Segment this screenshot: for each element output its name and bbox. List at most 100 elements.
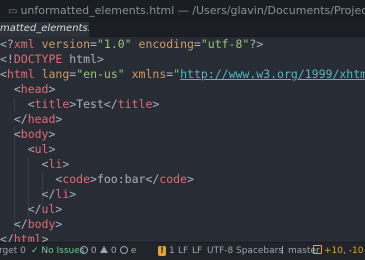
- code-tag-name: xml: [13, 37, 42, 51]
- code-punctuation: >: [69, 187, 77, 201]
- code-text: foo:bar: [96, 172, 146, 186]
- code-punctuation: </: [0, 202, 42, 216]
- alert-icon: !: [158, 246, 167, 256]
- code-punctuation: =: [193, 37, 201, 51]
- code-punctuation: </: [0, 112, 28, 126]
- info-icon: [120, 246, 128, 254]
- branch-icon: [282, 246, 288, 254]
- code-string: "utf-8": [200, 37, 250, 51]
- code-tag-name: title: [117, 97, 153, 111]
- code-line[interactable]: <code>foo:bar</code>: [0, 172, 194, 187]
- code-punctuation: [125, 67, 132, 81]
- code-punctuation: >: [186, 172, 194, 186]
- code-line[interactable]: <html lang="en-us" xmlns="http://www.w3.…: [0, 67, 365, 82]
- code-line[interactable]: <title>Test</title>: [0, 97, 160, 112]
- document-icon: ▭: [8, 6, 18, 17]
- tab-unformatted-elements[interactable]: matted_elements.html: [0, 22, 90, 37]
- code-tag-name: body: [27, 217, 56, 231]
- code-punctuation: >: [48, 142, 56, 156]
- code-punctuation: =: [90, 37, 97, 51]
- code-punctuation: <: [0, 67, 7, 81]
- code-tag-name: head: [27, 112, 56, 126]
- code-punctuation: html>: [62, 52, 104, 66]
- grammar-selector[interactable]: Spacebars: [236, 243, 283, 260]
- code-punctuation: ?>: [249, 37, 264, 51]
- code-attribute: version: [41, 37, 91, 51]
- code-url: http://www.w3.org/1999/xhtml: [180, 67, 365, 81]
- code-attribute: lang: [41, 67, 70, 81]
- code-text: Test: [76, 97, 104, 111]
- window-title-bar: ▭ unformatted_elements.html — /Users/glav…: [0, 0, 365, 22]
- status-bar: rget 0 ✓ No Issues 0 0 e ! 1 LF LF UTF-8…: [0, 242, 365, 260]
- code-line[interactable]: <!DOCTYPE html>: [0, 52, 104, 67]
- code-punctuation: >: [55, 202, 63, 216]
- linter-status[interactable]: ✓ No Issues: [31, 243, 84, 260]
- code-tag-name: html: [6, 67, 35, 81]
- code-punctuation: </: [0, 187, 56, 201]
- code-tag-name: title: [34, 97, 70, 111]
- code-punctuation: >: [55, 217, 63, 231]
- code-editor[interactable]: <?xml version="1.0" encoding="utf-8"?> <!…: [0, 37, 365, 242]
- code-line[interactable]: </head>: [0, 112, 63, 127]
- code-tag-name: body: [20, 127, 49, 141]
- diff-icon: [313, 245, 322, 254]
- code-punctuation: <: [0, 142, 35, 156]
- code-punctuation: [132, 37, 139, 51]
- code-line[interactable]: <li>: [0, 157, 70, 172]
- code-tag-name: ul: [41, 202, 56, 216]
- code-tag-name: ul: [34, 142, 49, 156]
- tab-bar: matted_elements.html: [0, 22, 365, 37]
- code-tag-name: code: [62, 172, 91, 186]
- code-punctuation: <: [0, 157, 49, 171]
- code-punctuation: >: [90, 172, 97, 186]
- check-icon: ✓: [31, 246, 39, 256]
- code-line[interactable]: </body>: [0, 217, 63, 232]
- code-punctuation: >: [48, 82, 56, 96]
- window-title: unformatted_elements.html — /Users/glavi…: [20, 4, 365, 17]
- info-indicator[interactable]: e: [120, 243, 136, 260]
- code-tag-name: li: [48, 157, 63, 171]
- code-string: "en-us": [76, 67, 125, 81]
- status-left-fragment[interactable]: rget 0: [0, 243, 26, 260]
- code-attribute: encoding: [138, 37, 194, 51]
- code-line[interactable]: <body>: [0, 127, 56, 142]
- file-encoding[interactable]: UTF-8: [207, 243, 233, 260]
- code-punctuation: <: [0, 127, 21, 141]
- git-diff-stats[interactable]: +10, -10: [313, 243, 363, 260]
- code-punctuation: >: [48, 127, 56, 141]
- alert-count[interactable]: ! 1: [158, 243, 175, 260]
- code-line[interactable]: </ul>: [0, 202, 63, 217]
- code-line[interactable]: <?xml version="1.0" encoding="utf-8"?>: [0, 37, 263, 52]
- code-tag-name: html: [13, 232, 42, 242]
- code-line[interactable]: </html>: [0, 232, 49, 242]
- line-ending-1[interactable]: LF: [178, 243, 188, 260]
- code-punctuation: <?: [0, 37, 14, 51]
- code-punctuation: <: [0, 82, 21, 96]
- code-punctuation: </: [103, 97, 118, 111]
- code-punctuation: <: [0, 97, 35, 111]
- code-punctuation: </: [0, 232, 14, 242]
- code-attribute: xmlns: [131, 67, 167, 81]
- code-punctuation: [35, 67, 42, 81]
- warning-count[interactable]: 0: [100, 243, 117, 260]
- code-punctuation: </: [145, 172, 160, 186]
- code-tag-name: li: [55, 187, 70, 201]
- code-punctuation: </: [0, 217, 28, 231]
- code-tag-name: code: [159, 172, 187, 186]
- code-tag-name: DOCTYPE: [13, 52, 63, 66]
- code-tag-name: head: [20, 82, 49, 96]
- code-punctuation: >: [152, 97, 160, 111]
- line-ending-2[interactable]: LF: [192, 243, 202, 260]
- code-punctuation: >: [55, 112, 63, 126]
- error-icon: [80, 246, 88, 254]
- code-punctuation: >: [62, 157, 70, 171]
- code-punctuation: <: [0, 172, 63, 186]
- code-line[interactable]: </li>: [0, 187, 77, 202]
- code-string: "1.0": [96, 37, 132, 51]
- code-line[interactable]: <ul>: [0, 142, 56, 157]
- warning-icon: [100, 246, 108, 253]
- code-punctuation: >: [41, 232, 49, 242]
- error-count[interactable]: 0: [80, 243, 97, 260]
- code-punctuation: <!: [0, 52, 14, 66]
- code-line[interactable]: <head>: [0, 82, 56, 97]
